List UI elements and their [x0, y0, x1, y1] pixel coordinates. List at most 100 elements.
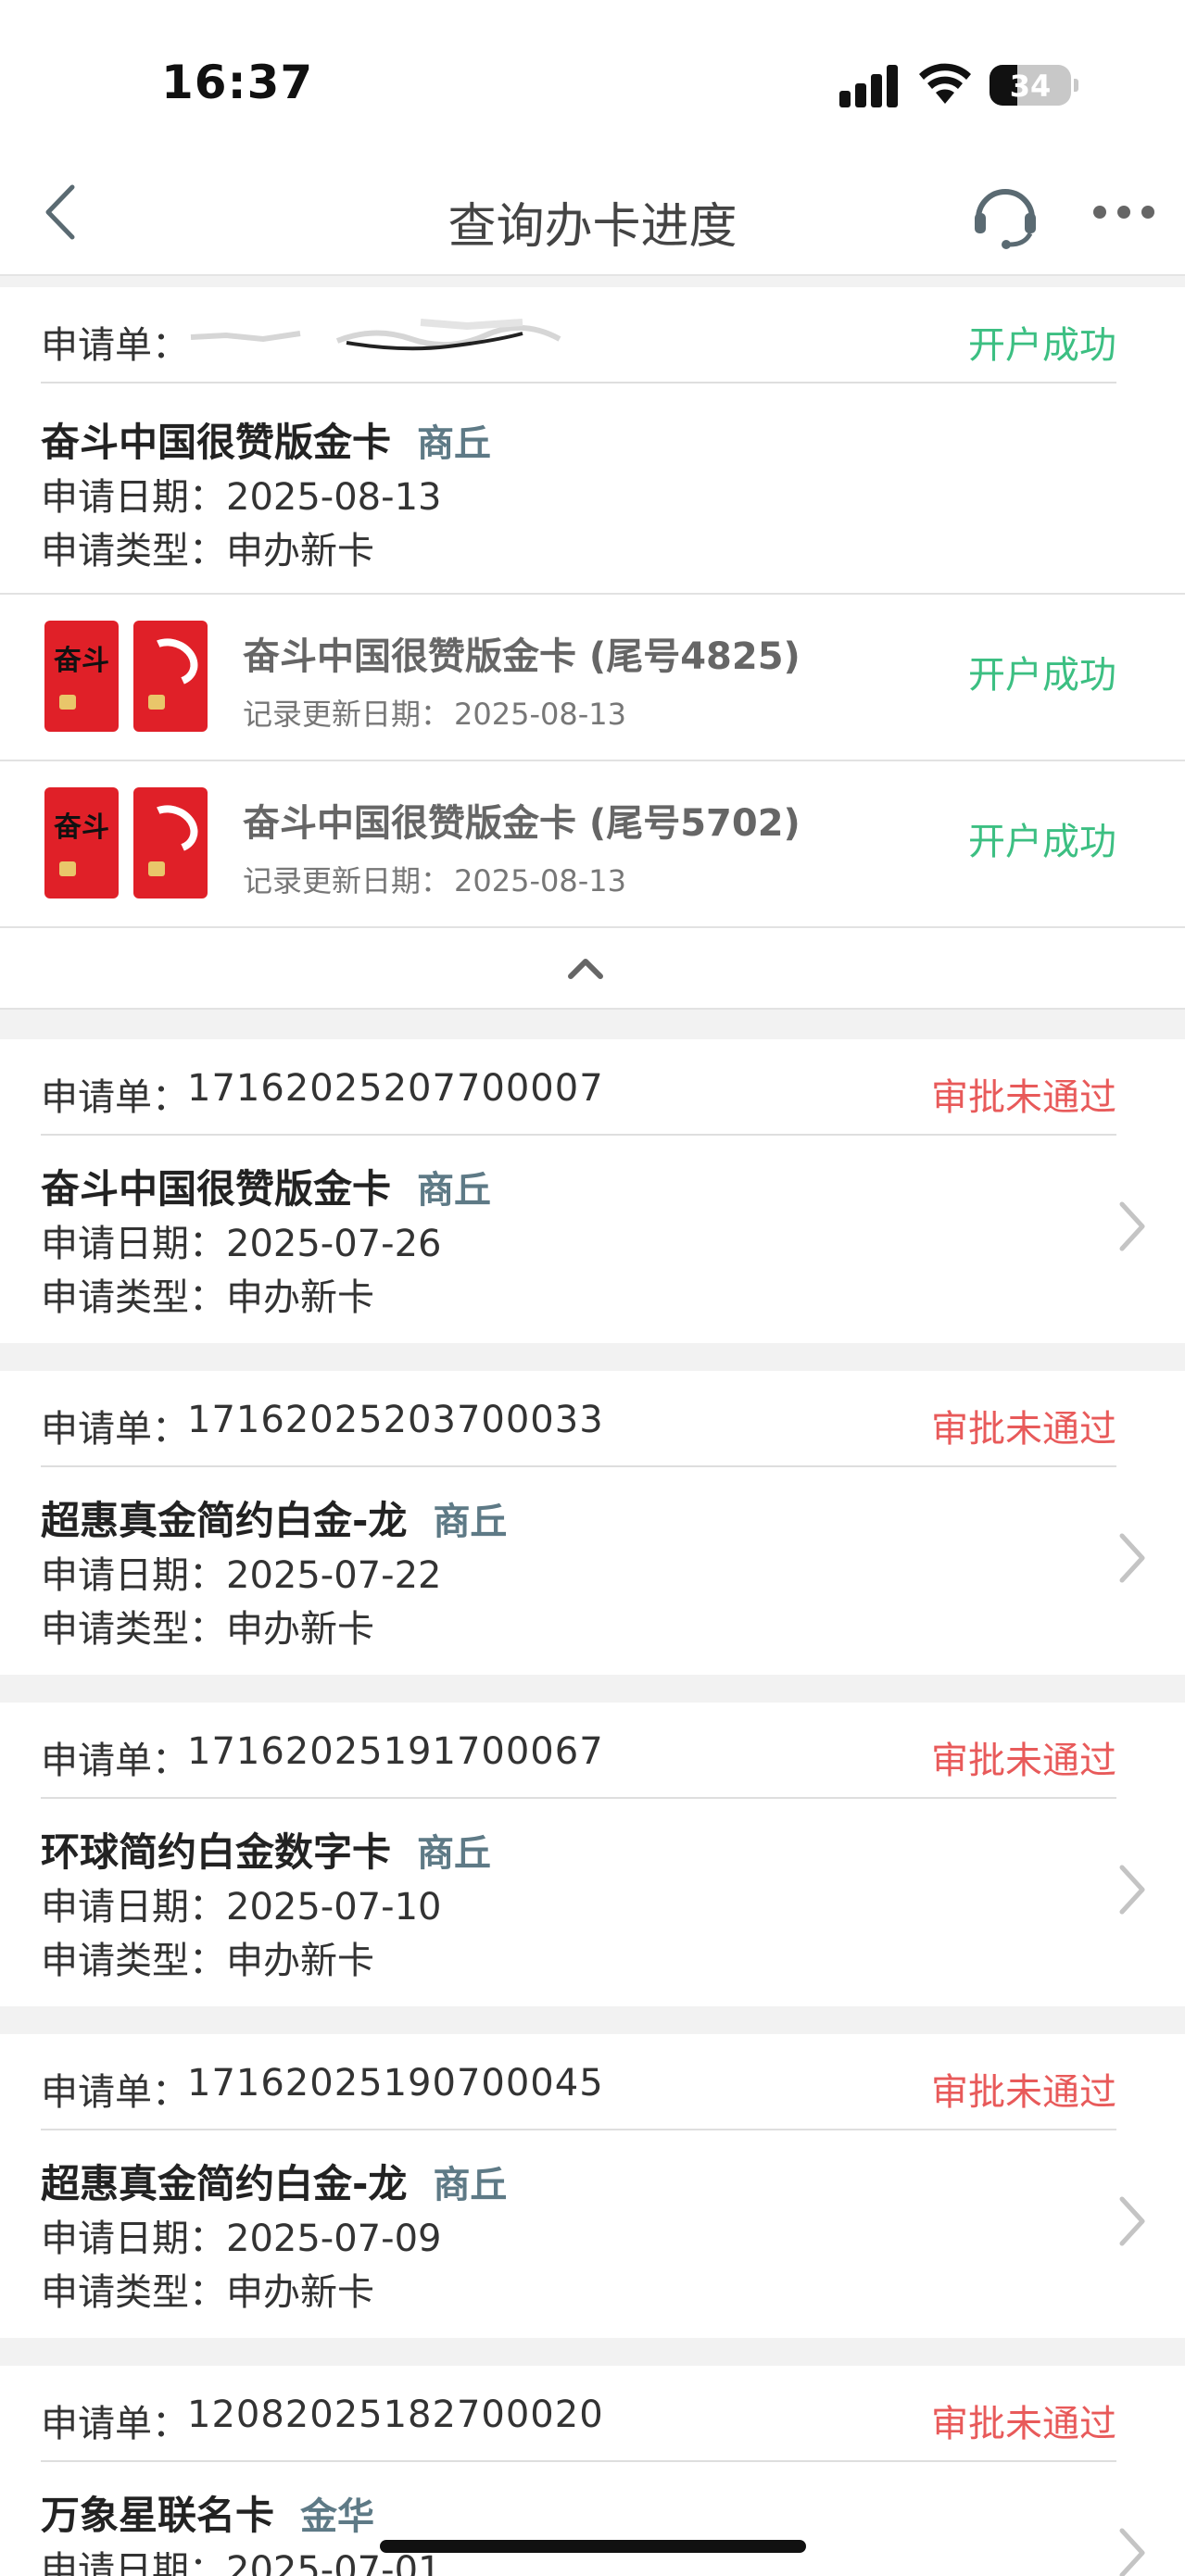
apply-date-row: 申请日期：2025-07-26	[41, 1213, 441, 1267]
order-label: 申请单：	[41, 1408, 189, 1451]
order-number: 17162025190700045	[187, 2062, 604, 2105]
apply-date-label: 申请日期：	[41, 1223, 226, 1265]
subcard-date: 2025-08-13	[454, 697, 626, 732]
subcard-date-label: 记录更新日期：	[243, 863, 451, 898]
apply-type-label: 申请类型：	[41, 1940, 226, 1982]
card-name-row: 奋斗中国很赞版金卡 商丘	[41, 411, 491, 468]
apply-type-label: 申请类型：	[41, 530, 226, 572]
order-row: 申请单： 17162025207700007 审批未通过	[41, 1039, 1116, 1136]
order-number: 12082025182700020	[187, 2394, 604, 2436]
subcard-date-row: 记录更新日期： 2025-08-13	[243, 691, 626, 734]
apply-type: 申办新卡	[226, 1608, 374, 1651]
home-indicator[interactable]	[380, 2540, 806, 2553]
wifi-icon	[919, 63, 971, 104]
apply-date: 2025-07-22	[226, 1554, 442, 1597]
card-name: 奋斗中国很赞版金卡	[41, 420, 392, 465]
status-time: 16:37	[161, 56, 314, 109]
apply-date: 2025-07-26	[226, 1223, 442, 1265]
cellular-signal-icon	[839, 65, 901, 107]
status-badge: 审批未通过	[931, 1076, 1116, 1119]
apply-date-label: 申请日期：	[41, 476, 226, 519]
card-name: 超惠真金简约白金-龙	[41, 2161, 408, 2206]
card-city: 商丘	[417, 1832, 492, 1875]
subcard-status: 开户成功	[968, 821, 1116, 863]
apply-type-label: 申请类型：	[41, 1608, 226, 1651]
subcard-date: 2025-08-13	[454, 863, 626, 898]
application-card[interactable]: 申请单： 17162025190700045 审批未通过 超惠真金简约白金-龙商…	[0, 2034, 1185, 2338]
chevron-right-icon	[1119, 1865, 1145, 1915]
apply-date: 2025-07-01	[226, 2549, 442, 2576]
apply-type-row: 申请类型：申办新卡	[41, 521, 374, 574]
order-label: 申请单：	[41, 1076, 189, 1119]
card-city: 商丘	[417, 1169, 492, 1212]
order-row: 申请单： 开户成功	[41, 287, 1116, 383]
apply-date-label: 申请日期：	[41, 1554, 226, 1597]
order-number: 17162025203700033	[187, 1399, 604, 1441]
subcard-date-row: 记录更新日期： 2025-08-13	[243, 858, 626, 900]
application-card[interactable]: 申请单： 17162025207700007 审批未通过 奋斗中国很赞版金卡 商丘…	[0, 1039, 1185, 1343]
status-badge: 审批未通过	[931, 1740, 1116, 1782]
apply-type: 申办新卡	[226, 1276, 374, 1319]
card-city: 商丘	[433, 1501, 508, 1543]
apply-type-row: 申请类型：申办新卡	[41, 1267, 374, 1321]
apply-type: 申办新卡	[226, 2271, 374, 2314]
subcard-title: 奋斗中国很赞版金卡 (尾号5702)	[243, 802, 801, 845]
card-name: 万象星联名卡	[41, 2493, 275, 2538]
apply-type-row: 申请类型：申办新卡	[41, 2262, 374, 2316]
card-thumbnail	[133, 787, 208, 898]
subcard-status: 开户成功	[968, 654, 1116, 697]
order-row: 申请单： 17162025191700067 审批未通过	[41, 1703, 1116, 1799]
status-badge: 审批未通过	[931, 2071, 1116, 2114]
status-badge: 开户成功	[968, 324, 1116, 367]
redacted-order-number	[190, 319, 561, 351]
more-dots-icon[interactable]	[1093, 202, 1158, 222]
apply-date: 2025-07-09	[226, 2218, 442, 2260]
application-card[interactable]: 申请单： 17162025191700067 审批未通过 环球简约白金数字卡 商丘…	[0, 1703, 1185, 2006]
card-name: 环球简约白金数字卡	[41, 1829, 392, 1875]
order-number: 17162025207700007	[187, 1067, 604, 1110]
order-label: 申请单：	[41, 2071, 189, 2114]
card-name-row: 奋斗中国很赞版金卡 商丘	[41, 1158, 491, 1214]
chevron-up-icon[interactable]	[567, 956, 604, 980]
order-label: 申请单：	[41, 1740, 189, 1782]
application-card[interactable]: 申请单： 17162025203700033 审批未通过 超惠真金简约白金-龙商…	[0, 1371, 1185, 1675]
subcard-title: 奋斗中国很赞版金卡 (尾号4825)	[243, 635, 801, 678]
chevron-right-icon	[1119, 1533, 1145, 1583]
card-name-row: 超惠真金简约白金-龙 商丘	[41, 1489, 507, 1546]
card-thumbnail: 奋斗	[44, 621, 119, 732]
card-city: 商丘	[433, 2164, 508, 2206]
apply-date: 2025-08-13	[226, 476, 442, 519]
headset-icon[interactable]	[969, 178, 1041, 250]
card-name: 奋斗中国很赞版金卡	[41, 1166, 392, 1212]
chevron-right-icon	[1119, 1201, 1145, 1251]
apply-type-label: 申请类型：	[41, 1276, 226, 1319]
apply-type: 申办新卡	[226, 530, 374, 572]
battery-level: 34	[1009, 69, 1052, 104]
subcard-item[interactable]: 奋斗 奋斗中国很赞版金卡 (尾号4825) 记录更新日期： 2025-08-13 …	[0, 593, 1185, 760]
apply-date-label: 申请日期：	[41, 1886, 226, 1929]
order-label: 申请单：	[41, 2403, 189, 2445]
apply-date-label: 申请日期：	[41, 2218, 226, 2260]
chevron-right-icon	[1119, 2196, 1145, 2246]
apply-date-row: 申请日期：2025-08-13	[41, 467, 441, 521]
card-name-row: 环球简约白金数字卡 商丘	[41, 1821, 491, 1878]
apply-date-row: 申请日期：2025-07-10	[41, 1877, 441, 1930]
subcard-item[interactable]: 奋斗 奋斗中国很赞版金卡 (尾号5702) 记录更新日期： 2025-08-13 …	[0, 760, 1185, 926]
apply-date-row: 申请日期：2025-07-09	[41, 2208, 441, 2262]
apply-date-label: 申请日期：	[41, 2549, 226, 2576]
battery-icon: 34	[990, 65, 1078, 106]
card-thumbnail: 奋斗	[44, 787, 119, 898]
order-row: 申请单： 17162025203700033 审批未通过	[41, 1371, 1116, 1467]
order-row: 申请单： 12082025182700020 审批未通过	[41, 2366, 1116, 2462]
status-badge: 审批未通过	[931, 2403, 1116, 2445]
nav-bar: 查询办卡进度	[0, 157, 1185, 276]
apply-date-row: 申请日期：2025-07-22	[41, 1545, 441, 1599]
card-name-row: 超惠真金简约白金-龙 商丘	[41, 2153, 507, 2209]
apply-type: 申办新卡	[226, 1940, 374, 1982]
order-row: 申请单： 17162025190700045 审批未通过	[41, 2034, 1116, 2130]
collapse-toggle[interactable]	[0, 926, 1185, 1010]
order-label: 申请单：	[41, 324, 189, 367]
card-city: 金华	[300, 2495, 375, 2538]
status-bar: 16:37 34	[0, 0, 1185, 157]
apply-type-row: 申请类型：申办新卡	[41, 1930, 374, 1984]
